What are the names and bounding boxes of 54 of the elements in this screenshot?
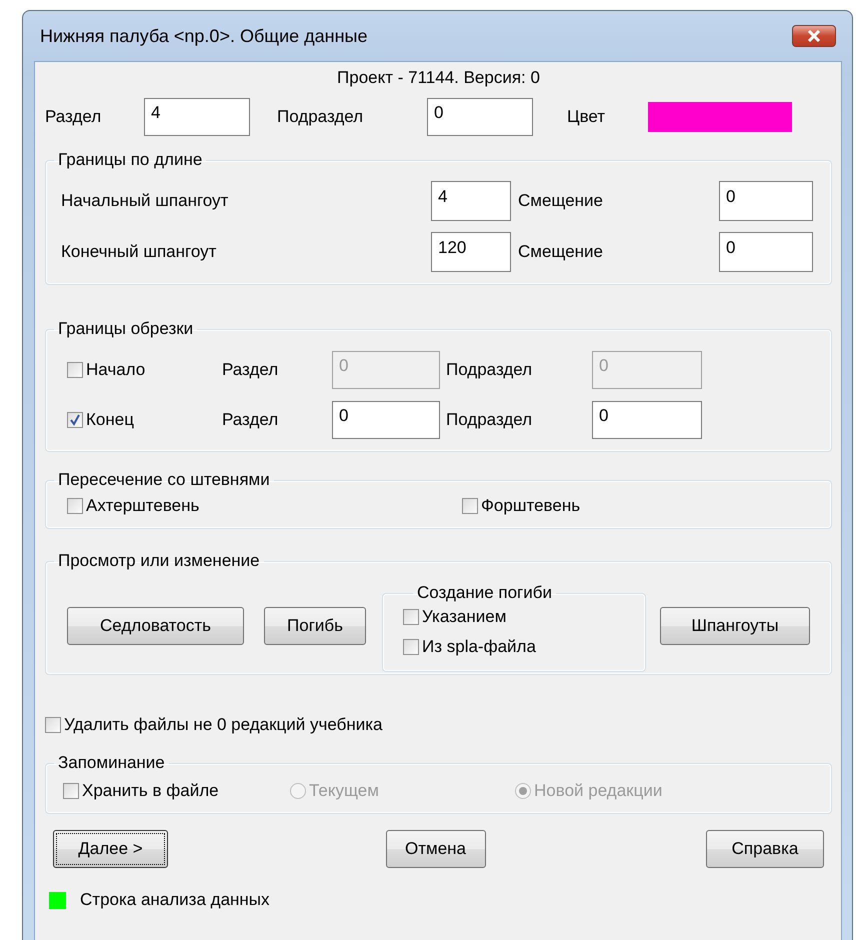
action-button[interactable]: Погибь bbox=[264, 606, 366, 644]
checkbox-label: Ахтерштевень bbox=[86, 496, 200, 516]
checkbox-label: Указанием bbox=[422, 607, 506, 627]
input-field[interactable]: 4 bbox=[144, 98, 250, 136]
field-label: Подраздел bbox=[445, 410, 534, 430]
group-title: Создание погиби bbox=[416, 583, 553, 603]
radio-label: Текущем bbox=[309, 781, 379, 801]
field-label: Раздел bbox=[222, 410, 280, 430]
input-field[interactable]: 0 bbox=[719, 232, 813, 272]
checkbox-label: Начало bbox=[86, 360, 146, 380]
group-title: Пересечение со штевнями bbox=[57, 470, 271, 490]
input-field[interactable]: 0 bbox=[719, 181, 813, 221]
dialog-button[interactable]: Далее > bbox=[53, 830, 168, 868]
checkbox[interactable] bbox=[45, 717, 61, 733]
checkbox[interactable] bbox=[63, 783, 79, 799]
checkbox[interactable] bbox=[462, 498, 478, 514]
checkbox-label: Удалить файлы не 0 редакций учебника bbox=[64, 715, 382, 735]
field-label: Раздел bbox=[45, 107, 102, 127]
project-label: Проект - 71144. Версия: 0 bbox=[337, 68, 540, 88]
input-field[interactable]: 0 bbox=[427, 98, 533, 136]
checkbox[interactable] bbox=[67, 498, 83, 514]
field-label: Смещение bbox=[517, 242, 604, 262]
dialog-button[interactable]: Справка bbox=[706, 830, 824, 868]
radio-label: Новой редакции bbox=[534, 781, 662, 801]
field-label: Конечный шпангоут bbox=[61, 242, 218, 262]
input-field[interactable]: 4 bbox=[431, 181, 511, 221]
group-title: Границы по длине bbox=[57, 150, 204, 170]
close-icon bbox=[806, 30, 822, 42]
group-title: Границы обрезки bbox=[57, 319, 194, 339]
checkbox[interactable] bbox=[67, 412, 83, 428]
checkbox[interactable] bbox=[403, 639, 419, 655]
window-title: Нижняя палуба <np.0>. Общие данные bbox=[39, 26, 368, 46]
field-label: Смещение bbox=[517, 191, 604, 211]
field-label: Цвет bbox=[566, 107, 606, 127]
input-field[interactable]: 0 bbox=[592, 401, 702, 439]
checkbox-label: Из spla-файла bbox=[422, 637, 536, 657]
group-title: Просмотр или изменение bbox=[57, 551, 261, 571]
field-label: Начальный шпангоут bbox=[61, 191, 230, 211]
group-title: Запоминание bbox=[57, 753, 166, 773]
field-label: Подраздел bbox=[445, 360, 534, 380]
action-button[interactable]: Шпангоуты bbox=[660, 606, 810, 644]
field-label: Подраздел bbox=[276, 107, 364, 127]
checkbox-label: Хранить в файле bbox=[82, 781, 219, 801]
checkbox-label: Конец bbox=[86, 410, 134, 430]
close-button[interactable] bbox=[792, 25, 836, 47]
action-button[interactable]: Седловатость bbox=[67, 606, 244, 644]
checkbox[interactable] bbox=[403, 609, 419, 625]
field-label: Раздел bbox=[222, 360, 280, 380]
color-swatch[interactable] bbox=[648, 102, 792, 132]
status-label: Строка анализа данных bbox=[80, 890, 270, 910]
checkbox-label: Форштевень bbox=[481, 496, 580, 516]
dialog-button[interactable]: Отмена bbox=[386, 830, 486, 868]
input-field[interactable]: 120 bbox=[431, 232, 511, 272]
input-field[interactable]: 0 bbox=[332, 401, 440, 439]
